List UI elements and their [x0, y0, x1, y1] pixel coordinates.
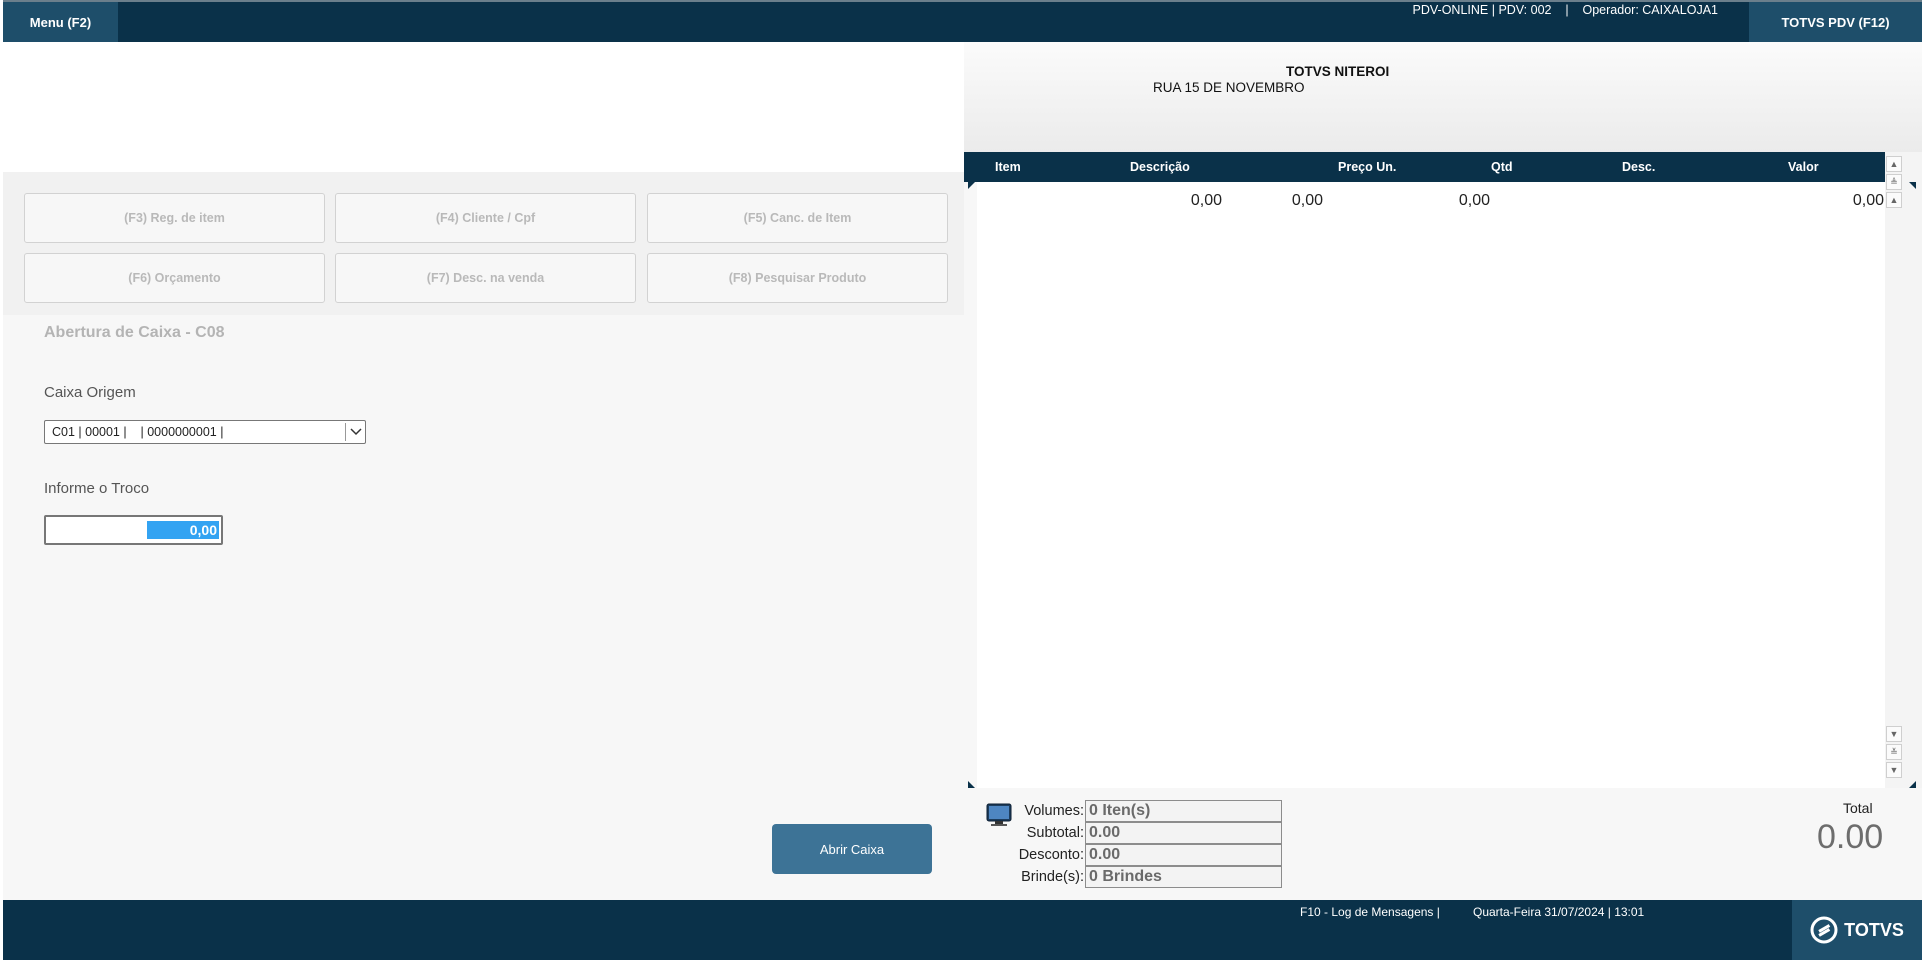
- corner-marker-icon: [1909, 182, 1916, 189]
- col-valor: Valor: [1788, 160, 1819, 174]
- cell-desc: 0,00: [1458, 192, 1490, 209]
- brindes-label: Brinde(s):: [1021, 869, 1084, 885]
- caixa-origem-value: C01 | 00001 | | 0000000001 |: [52, 425, 224, 439]
- corner-marker-icon: [968, 781, 975, 788]
- scroll-up-icon[interactable]: ▲: [1886, 192, 1902, 208]
- table-scrollbar[interactable]: [1885, 152, 1922, 788]
- chevron-down-icon[interactable]: [345, 423, 365, 441]
- troco-input[interactable]: 0,00: [44, 515, 223, 545]
- canc-item-button[interactable]: (F5) Canc. de Item: [647, 193, 948, 243]
- desconto-value: 0.00: [1085, 844, 1282, 866]
- col-qtd: Qtd: [1491, 160, 1513, 174]
- scroll-bottom-icon[interactable]: ▼: [1886, 762, 1902, 778]
- right-panel: TOTVS NITEROI RUA 15 DE NOVEMBRO Item De…: [964, 42, 1922, 900]
- corner-marker-icon: [1909, 781, 1916, 788]
- totvs-logo-icon: [1810, 916, 1838, 944]
- scroll-page-up-icon[interactable]: ≜: [1886, 174, 1902, 190]
- function-key-bar: (F3) Reg. de item (F4) Cliente / Cpf (F5…: [3, 172, 964, 315]
- datetime-display: Quarta-Feira 31/07/2024 | 13:01: [1473, 905, 1645, 919]
- total-value: 0.00: [1817, 818, 1884, 856]
- troco-value: 0,00: [147, 521, 219, 539]
- store-address: RUA 15 DE NOVEMBRO: [1153, 80, 1305, 95]
- log-mensagens-link[interactable]: F10 - Log de Mensagens |: [1300, 905, 1440, 919]
- scroll-down-icon[interactable]: ▼: [1886, 726, 1902, 742]
- totvs-logo-text: TOTVS: [1844, 919, 1904, 940]
- items-table-header: Item Descrição Preço Un. Qtd Desc. Valor: [964, 152, 1885, 182]
- total-label: Total: [1843, 800, 1873, 816]
- volumes-label: Volumes:: [1024, 803, 1084, 819]
- col-descricao: Descrição: [1130, 160, 1190, 174]
- menu-button[interactable]: Menu (F2): [3, 2, 118, 42]
- abrir-caixa-button[interactable]: Abrir Caixa: [772, 824, 932, 874]
- store-header: TOTVS NITEROI RUA 15 DE NOVEMBRO: [964, 42, 1922, 152]
- pdv-operator-info: PDV-ONLINE | PDV: 002 | Operador: CAIXAL…: [1412, 3, 1718, 17]
- cell-qtd: 0,00: [1291, 192, 1323, 209]
- totvs-pdv-button[interactable]: TOTVS PDV (F12): [1749, 2, 1922, 42]
- subtotal-label: Subtotal:: [1026, 825, 1084, 841]
- cell-preco: 0,00: [1190, 192, 1222, 209]
- caixa-origem-label: Caixa Origem: [44, 384, 136, 401]
- reg-item-button[interactable]: (F3) Reg. de item: [24, 193, 325, 243]
- orcamento-button[interactable]: (F6) Orçamento: [24, 253, 325, 303]
- col-preco: Preço Un.: [1338, 160, 1397, 174]
- col-desc: Desc.: [1622, 160, 1656, 174]
- scroll-top-icon[interactable]: ▲: [1886, 156, 1902, 172]
- scroll-page-down-icon[interactable]: ≚: [1886, 744, 1902, 760]
- table-row[interactable]: 0,00 0,00 0,00 0,00: [977, 192, 1885, 212]
- left-panel: (F3) Reg. de item (F4) Cliente / Cpf (F5…: [3, 172, 964, 900]
- form-title: Abertura de Caixa - C08: [44, 324, 225, 341]
- desc-venda-button[interactable]: (F7) Desc. na venda: [335, 253, 636, 303]
- subtotal-value: 0.00: [1085, 822, 1282, 844]
- col-item: Item: [995, 160, 1021, 174]
- store-name: TOTVS NITEROI: [1286, 64, 1390, 79]
- sale-summary: Volumes: 0 Iten(s) Subtotal: 0.00 Descon…: [964, 788, 1922, 900]
- troco-label: Informe o Troco: [44, 480, 150, 497]
- volumes-value: 0 Iten(s): [1085, 800, 1282, 822]
- caixa-origem-select[interactable]: C01 | 00001 | | 0000000001 |: [44, 420, 366, 444]
- top-bar: Menu (F2) PDV-ONLINE | PDV: 002 | Operad…: [3, 0, 1922, 42]
- cell-valor: 0,00: [1852, 192, 1884, 209]
- status-bar: F10 - Log de Mensagens | Quarta-Feira 31…: [3, 900, 1922, 960]
- brindes-value: 0 Brindes: [1085, 866, 1282, 888]
- monitor-icon: [986, 803, 1012, 826]
- desconto-label: Desconto:: [1018, 847, 1084, 863]
- totvs-logo: TOTVS: [1792, 900, 1922, 960]
- cliente-cpf-button[interactable]: (F4) Cliente / Cpf: [335, 193, 636, 243]
- pesquisar-produto-button[interactable]: (F8) Pesquisar Produto: [647, 253, 948, 303]
- items-table-body: 0,00 0,00 0,00 0,00: [977, 182, 1885, 788]
- corner-marker-icon: [968, 182, 975, 189]
